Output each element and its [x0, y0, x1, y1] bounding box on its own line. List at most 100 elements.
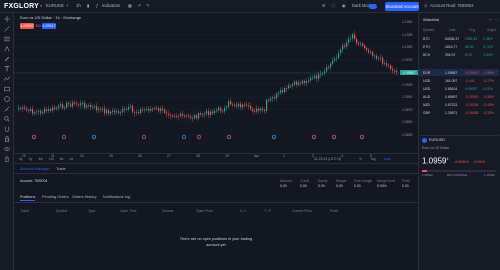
economic-event-marker[interactable]	[31, 134, 37, 140]
candle-body	[136, 112, 138, 113]
candle-body	[160, 108, 162, 112]
clock-label[interactable]: 01:23:13 (UTC+3)	[314, 157, 341, 161]
col-sl[interactable]: S / L	[240, 209, 247, 213]
economic-event-marker[interactable]	[271, 134, 277, 140]
economic-event-marker[interactable]	[181, 134, 187, 140]
candle-body	[354, 34, 356, 40]
auto-toggle[interactable]: auto	[384, 157, 391, 161]
col-type[interactable]: Type	[88, 209, 95, 213]
watchlist-title[interactable]: Watchlist	[423, 17, 439, 22]
chart-type-icon[interactable]: ▮	[87, 3, 89, 8]
fxglory-logo[interactable]: FXGLORY	[4, 3, 39, 10]
log-toggle[interactable]: log	[371, 157, 376, 161]
crosshair-icon[interactable]	[4, 16, 10, 22]
wl-chg: 8.19	[465, 52, 472, 57]
watchlist-row[interactable]: EUR 1.09587 -0.00619 -0.56%	[419, 69, 499, 76]
subtab-pending-orders[interactable]: Pending Orders	[42, 195, 69, 199]
timeframe-option[interactable]: 5d	[60, 157, 64, 161]
ruler-icon[interactable]	[4, 106, 10, 112]
settings-icon[interactable]: ⚙	[322, 3, 326, 8]
watchlist-row[interactable]: NZD 0.57223 -0.00246 -0.43%	[419, 101, 499, 108]
economic-event-marker[interactable]	[141, 134, 147, 140]
candle-body	[68, 103, 70, 105]
candle-body	[246, 104, 248, 106]
subtab-notifications-log[interactable]: Notifications log	[103, 195, 130, 199]
tab-trade[interactable]: Trade	[56, 167, 66, 171]
fib-icon[interactable]	[4, 36, 10, 42]
symbol-selector[interactable]: EURUSD	[46, 3, 64, 8]
candle-body	[42, 112, 44, 114]
col-current-price[interactable]: Current Price	[292, 209, 312, 213]
col-symbol[interactable]: Symbol	[56, 209, 67, 213]
timeframe-option[interactable]: 1d	[69, 157, 73, 161]
profit-header: Profit	[402, 179, 410, 183]
shapes-icon[interactable]	[4, 96, 10, 102]
redo-icon[interactable]: ↷	[146, 3, 150, 8]
economic-event-marker[interactable]	[61, 134, 67, 140]
fullscreen-icon[interactable]: ⛶	[332, 3, 335, 8]
pattern-icon[interactable]	[4, 76, 10, 82]
symbol-search-icon[interactable]: ⌕	[40, 3, 42, 8]
account-icon[interactable]: ◎	[424, 3, 428, 8]
price-chart[interactable]	[14, 13, 418, 163]
undo-icon[interactable]: ↶	[138, 3, 142, 8]
timeframe-option[interactable]: 5y	[19, 157, 23, 161]
col-ticket[interactable]: Ticket	[20, 209, 29, 213]
candle-body	[280, 90, 282, 93]
camera-icon[interactable]: ◉	[342, 3, 346, 8]
account-selector[interactable]: Account Real: 7500004	[430, 3, 474, 8]
economic-event-marker[interactable]	[226, 134, 232, 140]
wl-chg: 1955.49	[465, 36, 478, 41]
col-open-price[interactable]: Open Price	[196, 209, 213, 213]
layout-icon[interactable]: ▦	[128, 3, 132, 8]
percent-toggle[interactable]: %	[359, 157, 362, 161]
watchlist-row[interactable]: BTC 84536.37 1955.49 2.36%	[419, 35, 499, 42]
economic-event-marker[interactable]	[91, 134, 97, 140]
lock-icon[interactable]	[4, 136, 10, 142]
standard-account-button[interactable]: Standard Account	[385, 2, 419, 11]
timeframe-option[interactable]: 3m	[38, 157, 43, 161]
indicators-button[interactable]: Indicators	[102, 3, 120, 8]
add-symbol-icon[interactable]: +	[66, 3, 68, 8]
trendline-icon[interactable]	[4, 26, 10, 32]
candle-body	[262, 108, 264, 110]
more-icon[interactable]: ⋯	[495, 17, 499, 22]
candle-body	[304, 80, 306, 84]
magnet-icon[interactable]	[4, 126, 10, 132]
brush-icon[interactable]	[4, 56, 10, 62]
col-open-time[interactable]: Open Time	[120, 209, 137, 213]
prediction-icon[interactable]	[4, 86, 10, 92]
interval-selector[interactable]: 1h	[76, 3, 81, 8]
trash-icon[interactable]	[4, 156, 10, 162]
timeframe-option[interactable]: 1m	[49, 157, 54, 161]
watchlist-row[interactable]: USD 0.88104 0.00097 0.11%	[419, 85, 499, 92]
candlestick-canvas[interactable]	[14, 13, 418, 153]
tab-account-manager[interactable]: Account Manager	[20, 167, 50, 171]
subtab-positions[interactable]: Positions	[20, 195, 36, 201]
col-volume[interactable]: Volume	[162, 209, 173, 213]
buy-price-button[interactable]: 1.09617	[42, 23, 56, 29]
economic-event-marker[interactable]	[311, 134, 317, 140]
watchlist-row[interactable]: BCH 296.37 8.19 2.84%	[419, 51, 499, 58]
economic-event-marker[interactable]	[196, 134, 202, 140]
watchlist-row[interactable]: USD 161.097 -0.441 -0.27%	[419, 77, 499, 84]
candle-body	[348, 39, 350, 43]
add-symbol-icon[interactable]: +	[489, 17, 491, 22]
col-tp[interactable]: T / P	[264, 209, 271, 213]
wl-last: 1.09587	[445, 70, 458, 75]
watchlist-row[interactable]: AUD 0.65597 -0.00319 -0.48%	[419, 93, 499, 100]
text-icon[interactable]	[4, 66, 10, 72]
indicators-icon[interactable]: ƒ	[96, 3, 98, 8]
economic-event-marker[interactable]	[331, 134, 337, 140]
pitchfork-icon[interactable]	[4, 46, 10, 52]
economic-event-marker[interactable]	[359, 134, 365, 140]
zoom-icon[interactable]	[4, 116, 10, 122]
dark-mode-toggle[interactable]	[369, 3, 377, 9]
sell-price-button[interactable]: 1.09587	[20, 23, 34, 29]
watchlist-row[interactable]: GBP 1.29571 -0.00430 -0.33%	[419, 109, 499, 116]
watchlist-row[interactable]: ETH 1816.77 65.20 3.72%	[419, 43, 499, 50]
col-profit[interactable]: Profit	[330, 209, 338, 213]
timeframe-option[interactable]: 1y	[29, 157, 33, 161]
eye-icon[interactable]	[4, 146, 10, 152]
subtab-orders-history[interactable]: Orders History	[72, 195, 96, 199]
